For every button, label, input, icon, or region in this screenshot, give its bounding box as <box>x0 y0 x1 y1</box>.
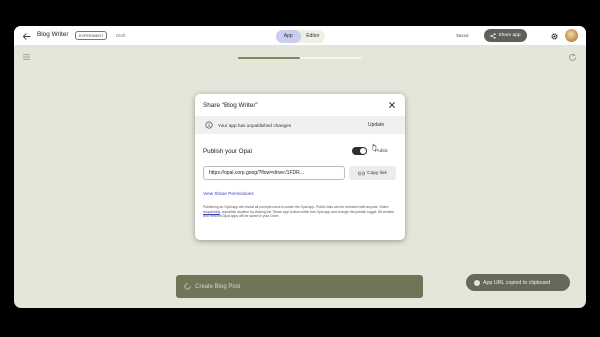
app-window: Blog Writer EXPERIMENT Draft App Editor … <box>14 26 586 308</box>
toggle-knob <box>359 147 366 154</box>
run-progress-fill <box>238 57 300 59</box>
user-avatar[interactable] <box>565 29 578 42</box>
publish-disclaimer: Publishing an Opal app will reveal all p… <box>203 205 397 219</box>
toast-status-icon <box>474 279 480 286</box>
view-share-permissions-link[interactable]: View Share Permissions <box>203 191 254 196</box>
publish-label: Publish your Opal <box>203 148 252 155</box>
banner-text: Your app has unpublished changes <box>218 122 292 128</box>
back-arrow-icon[interactable] <box>20 30 32 42</box>
run-progress-bar <box>238 57 362 59</box>
settings-gear-icon[interactable] <box>548 30 560 42</box>
create-blog-post-label: Create Blog Post <box>195 283 241 290</box>
mouse-cursor-icon <box>371 138 378 151</box>
tab-editor[interactable]: Editor <box>301 30 326 43</box>
update-button[interactable]: Update <box>368 122 384 128</box>
draft-status: Draft <box>116 32 126 38</box>
menu-icon[interactable] <box>21 52 31 62</box>
share-dialog: Share “Blog Writer” Your app has unpubli… <box>195 94 405 240</box>
tab-app[interactable]: App <box>276 30 301 43</box>
share-app-button[interactable]: Share app <box>484 29 527 42</box>
link-icon <box>358 171 365 175</box>
dialog-title: Share “Blog Writer” <box>203 102 258 109</box>
view-tabs: App Editor <box>276 30 325 43</box>
share-icon <box>490 32 497 39</box>
close-icon[interactable] <box>386 99 397 110</box>
responsibly-link[interactable]: responsibly <box>203 210 220 214</box>
share-url-field[interactable]: https://opal.corp.goog/?flow=drive:/1FDR… <box>203 166 345 180</box>
share-app-label: Share app <box>498 33 521 38</box>
copy-link-button[interactable]: Copy link <box>349 166 396 180</box>
disclaimer-text-1: Publishing an Opal app will reveal all p… <box>203 205 389 209</box>
app-title: Blog Writer <box>37 31 69 38</box>
saved-status: Saved <box>456 32 469 38</box>
experiment-badge: EXPERIMENT <box>75 31 108 40</box>
copy-link-label: Copy link <box>367 170 387 176</box>
public-label: Public <box>375 149 389 154</box>
publish-toggle[interactable] <box>352 146 367 155</box>
disclaimer-text-2: , unpublish anytime by clicking the 'Sha… <box>203 209 395 219</box>
create-blog-post-button[interactable]: Create Blog Post <box>176 275 423 298</box>
info-icon <box>204 121 213 130</box>
copied-toast: App URL copied to clipboard <box>466 274 570 291</box>
sub-toolbar <box>14 46 586 68</box>
refresh-icon[interactable] <box>567 52 577 62</box>
unpublished-banner: Your app has unpublished changes Update <box>195 116 405 134</box>
toast-text: App URL copied to clipboard <box>483 279 551 286</box>
top-bar: Blog Writer EXPERIMENT Draft App Editor … <box>14 26 586 46</box>
loading-spinner-icon <box>184 283 191 290</box>
